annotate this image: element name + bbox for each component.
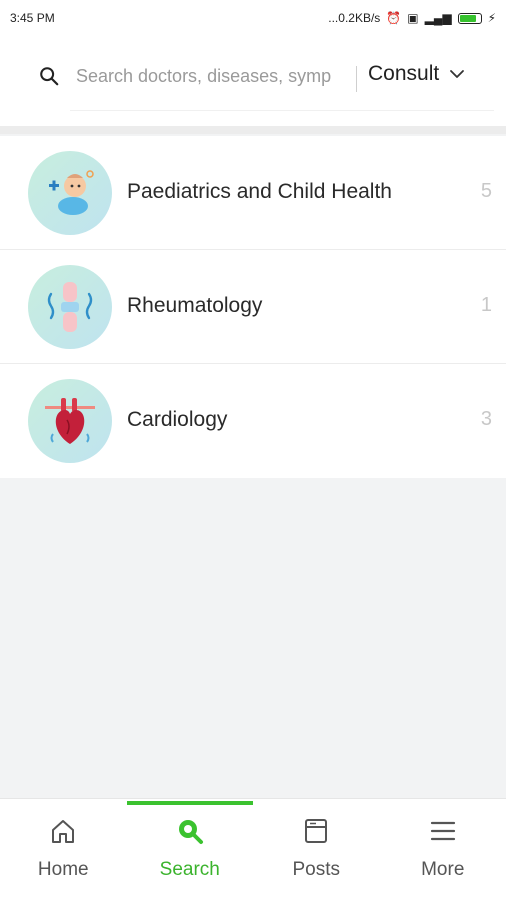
nav-label: Home [37, 859, 89, 880]
status-time: 3:45 PM [10, 11, 55, 25]
nav-label: Search [159, 859, 220, 880]
nav-posts[interactable]: Posts [253, 799, 380, 900]
nav-label: Posts [292, 859, 341, 880]
active-tab-indicator [126, 801, 253, 805]
heart-icon [28, 379, 112, 463]
joint-icon [28, 265, 112, 349]
consult-dropdown[interactable]: Consult [368, 62, 465, 86]
network-speed: ...0.2KB/s [328, 11, 381, 25]
nav-label: More [421, 859, 465, 880]
specialty-count: 3 [480, 408, 492, 430]
charging-icon: ⚡ [487, 11, 496, 25]
consult-label: Consult [368, 62, 440, 85]
status-icons: ...0.2KB/s ⏰ ▣ ▂▄▆ ⚡ [328, 12, 496, 24]
search-input[interactable] [76, 58, 352, 94]
specialty-name: Cardiology [127, 408, 228, 431]
specialty-name: Rheumatology [127, 294, 263, 317]
bottom-nav: Home Search Posts More [0, 798, 506, 900]
search-icon [178, 820, 203, 844]
baby-icon [28, 151, 112, 235]
battery-icon [457, 12, 482, 24]
search-underline [70, 110, 494, 111]
specialty-list: Paediatrics and Child Health 5 Rheumatol… [0, 136, 506, 478]
specialty-item-cardiology[interactable]: Cardiology 3 [0, 364, 506, 478]
nav-home[interactable]: Home [0, 799, 127, 900]
specialty-item-rheumatology[interactable]: Rheumatology 1 [0, 250, 506, 364]
search-bar: Consult [0, 44, 506, 110]
home-icon [52, 820, 75, 843]
alarm-icon: ⏰ [386, 11, 402, 25]
menu-icon [430, 821, 455, 841]
specialty-name: Paediatrics and Child Health [127, 180, 392, 203]
specialty-count: 1 [480, 294, 492, 316]
nav-more[interactable]: More [380, 799, 506, 900]
sim-icon: ▣ [407, 11, 419, 25]
search-divider [356, 66, 357, 92]
specialty-item-paediatrics[interactable]: Paediatrics and Child Health 5 [0, 136, 506, 250]
posts-icon [305, 819, 328, 843]
nav-search[interactable]: Search [126, 799, 253, 900]
header-divider [0, 126, 506, 134]
chevron-down-icon [450, 70, 465, 78]
search-icon[interactable] [38, 65, 60, 87]
specialty-count: 5 [480, 180, 492, 202]
status-bar: 3:45 PM ...0.2KB/s ⏰ ▣ ▂▄▆ ⚡ [0, 0, 506, 36]
signal-icon: ▂▄▆ [424, 11, 452, 25]
search-header: Consult [0, 36, 506, 126]
